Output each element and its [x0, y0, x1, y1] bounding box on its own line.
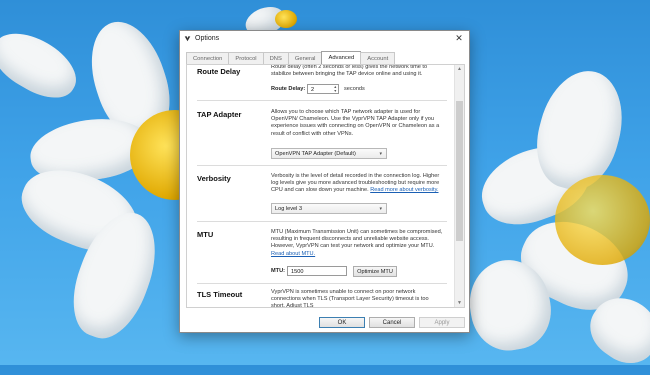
divider — [197, 100, 447, 101]
mtu-label: MTU: — [271, 268, 285, 274]
route-delay-input[interactable]: 2 ▲ ▼ — [307, 84, 339, 94]
divider — [197, 283, 447, 284]
window-title: Options — [195, 34, 220, 42]
ok-button[interactable]: OK — [319, 317, 365, 328]
route-delay-description: Route delay (often 2 seconds or less) gi… — [271, 64, 428, 78]
tls-timeout-title: TLS Timeout — [197, 290, 243, 299]
close-icon[interactable]: ✕ — [453, 33, 465, 44]
route-delay-label: Route Delay: — [271, 86, 306, 92]
spinner-arrows-icon[interactable]: ▲ ▼ — [333, 85, 337, 93]
mtu-input[interactable]: 1500 — [287, 266, 347, 276]
mtu-section: MTU MTU (Maximum Transmission Unit) can … — [187, 227, 453, 287]
tap-adapter-section: TAP Adapter Allows you to choose which T… — [187, 107, 453, 167]
chevron-down-icon: ▾ — [379, 151, 382, 157]
title-bar[interactable]: Options ✕ — [180, 31, 469, 45]
cancel-button[interactable]: Cancel — [369, 317, 415, 328]
vyprvpn-logo-icon — [184, 35, 191, 42]
tab-advanced[interactable]: Advanced — [321, 51, 362, 65]
tls-timeout-description: VyprVPN is sometimes unable to connect o… — [271, 289, 429, 308]
mtu-description: MTU (Maximum Transmission Unit) can some… — [271, 229, 443, 257]
route-delay-title: Route Delay — [197, 67, 241, 76]
divider — [197, 165, 447, 166]
chevron-down-icon: ▾ — [379, 206, 382, 212]
mtu-title: MTU — [197, 230, 214, 239]
tap-adapter-dropdown[interactable]: OpenVPN TAP Adapter (Default) ▾ — [271, 148, 387, 159]
scrollbar-thumb[interactable] — [456, 101, 463, 241]
advanced-settings-panel[interactable]: Route Delay Route delay (often 2 seconds… — [186, 64, 465, 308]
route-delay-unit: seconds — [344, 86, 365, 92]
scroll-up-icon[interactable]: ▲ — [455, 66, 464, 72]
scroll-down-icon[interactable]: ▼ — [455, 300, 464, 306]
apply-button[interactable]: Apply — [419, 317, 465, 328]
tab-bar: Connection Protocol DNS General Advanced… — [186, 51, 396, 65]
optimize-mtu-button[interactable]: Optimize MTU — [353, 266, 397, 277]
scrollbar[interactable]: ▲ ▼ — [454, 65, 464, 307]
tap-adapter-title: TAP Adapter — [197, 110, 242, 119]
verbosity-title: Verbosity — [197, 174, 231, 183]
options-dialog: Options ✕ Connection Protocol DNS Genera… — [179, 30, 470, 333]
divider — [197, 221, 447, 222]
tap-adapter-description: Allows you to choose which TAP network a… — [271, 109, 440, 137]
verbosity-dropdown[interactable]: Log level 3 ▾ — [271, 203, 387, 214]
mtu-read-about-link[interactable]: Read about MTU. — [271, 251, 315, 257]
verbosity-read-more-link[interactable]: Read more about verbosity. — [370, 187, 438, 193]
tls-timeout-section: TLS Timeout VyprVPN is sometimes unable … — [187, 287, 453, 308]
verbosity-section: Verbosity Verbosity is the level of deta… — [187, 171, 453, 227]
verbosity-description: Verbosity is the level of detail recorde… — [271, 173, 440, 194]
